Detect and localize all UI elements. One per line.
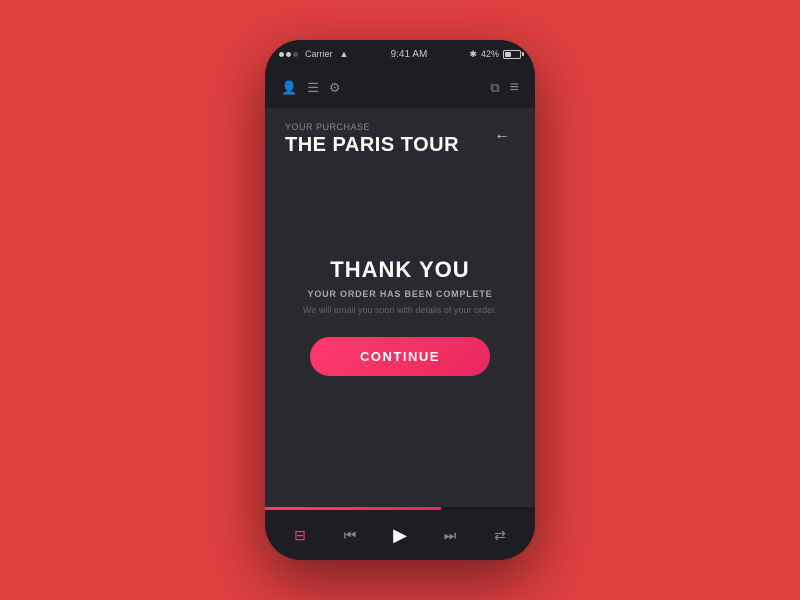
signal-dots xyxy=(279,52,298,57)
phone-frame: Carrier ▲ 9:41 AM ✱ 42% 👤 ☰ ⚙ ⧉ ≡ YOUR P… xyxy=(265,40,535,560)
gear-icon[interactable]: ⚙ xyxy=(329,80,341,96)
continue-button[interactable]: CONTINUE xyxy=(310,337,490,376)
bluetooth-icon: ✱ xyxy=(469,49,477,60)
progress-bar xyxy=(265,507,535,510)
shuffle-icon[interactable]: ⇄ xyxy=(485,520,515,550)
toolbar: 👤 ☰ ⚙ ⧉ ≡ xyxy=(265,68,535,108)
toolbar-left-icons: 👤 ☰ ⚙ xyxy=(281,80,341,96)
wifi-icon: ▲ xyxy=(340,49,349,59)
back-arrow-icon: ← xyxy=(494,126,510,144)
bottom-player: ⊟ ⏮ ▶ ⏭ ⇄ xyxy=(265,510,535,560)
next-icon[interactable]: ⏭ xyxy=(435,520,465,550)
list-icon[interactable]: ☰ xyxy=(307,80,319,96)
battery-icon xyxy=(503,50,521,59)
main-content: YOUR PURCHASE THE PARIS TOUR ← THANK YOU… xyxy=(265,108,535,507)
battery-fill xyxy=(505,52,511,57)
progress-bar-fill xyxy=(265,507,441,510)
person-icon[interactable]: 👤 xyxy=(281,80,297,96)
signal-dot-3 xyxy=(293,52,298,57)
header-title-group: YOUR PURCHASE THE PARIS TOUR xyxy=(285,122,459,156)
playlist-icon[interactable]: ⊟ xyxy=(285,520,315,550)
header-section: YOUR PURCHASE THE PARIS TOUR ← xyxy=(285,122,515,156)
toolbar-right-icons: ⧉ ≡ xyxy=(490,79,519,97)
menu-icon[interactable]: ≡ xyxy=(510,79,519,97)
order-sub-text: We will email you soon with details of y… xyxy=(303,304,497,317)
order-complete-label: YOUR ORDER HAS BEEN COMPLETE xyxy=(308,289,493,299)
signal-dot-2 xyxy=(286,52,291,57)
thank-you-title: THANK YOU xyxy=(330,257,469,283)
status-time: 9:41 AM xyxy=(391,49,428,60)
status-bar: Carrier ▲ 9:41 AM ✱ 42% xyxy=(265,40,535,68)
thank-you-section: THANK YOU YOUR ORDER HAS BEEN COMPLETE W… xyxy=(285,156,515,497)
back-button[interactable]: ← xyxy=(489,122,515,148)
status-right: ✱ 42% xyxy=(469,49,521,60)
carrier-label: Carrier xyxy=(305,49,333,59)
battery-percent: 42% xyxy=(481,49,499,59)
purchase-label: YOUR PURCHASE xyxy=(285,122,459,132)
tour-name: THE PARIS TOUR xyxy=(285,134,459,156)
prev-icon[interactable]: ⏮ xyxy=(335,520,365,550)
signal-dot-1 xyxy=(279,52,284,57)
status-left: Carrier ▲ xyxy=(279,49,348,59)
play-icon[interactable]: ▶ xyxy=(385,520,415,550)
copy-icon[interactable]: ⧉ xyxy=(490,80,499,96)
